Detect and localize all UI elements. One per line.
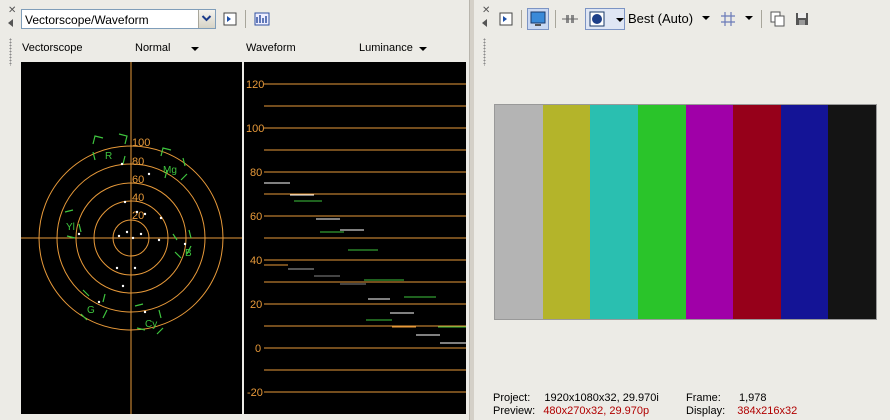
frame-value: 1,978 xyxy=(738,392,767,404)
display-info: Display: 384x216x32 xyxy=(686,405,797,417)
overlays-chevron-icon[interactable] xyxy=(616,18,624,22)
wf-scale-100: 100 xyxy=(246,123,264,135)
vectorscope-mode[interactable]: Normal xyxy=(135,42,170,54)
split-view-icon xyxy=(562,15,578,23)
wf-scale-minus20: -20 xyxy=(247,387,263,399)
waveform-graph: 120 100 80 60 40 20 0 -20 xyxy=(246,79,466,399)
frame-info: Frame: 1,978 xyxy=(686,392,767,404)
overlay-icon xyxy=(589,11,605,27)
waveform-icon xyxy=(254,12,270,26)
chevron-down-icon xyxy=(201,15,212,22)
color-bar-8 xyxy=(828,105,876,319)
waveform-mode-chevron-icon[interactable] xyxy=(419,47,427,51)
project-label: Project: xyxy=(493,392,531,404)
monitor-type-value: Vectorscope/Waveform xyxy=(25,13,149,27)
display-label: Display: xyxy=(686,405,726,417)
video-scopes-pane: ✕ Vectorscope/Waveform Vectorscope Norma… xyxy=(0,0,470,420)
toolbar-separator xyxy=(761,10,762,28)
grid-chevron-icon[interactable] xyxy=(745,16,753,20)
pane-grip[interactable] xyxy=(9,38,12,66)
color-bar-1 xyxy=(495,105,543,319)
toolbar-separator xyxy=(555,10,556,28)
copy-snapshot-button[interactable] xyxy=(767,9,787,29)
ring-label-40: 40 xyxy=(132,192,144,204)
vectorscope-display: 100 80 60 40 20 R Mg B Cy G Yl xyxy=(21,62,242,414)
target-magenta: Mg xyxy=(163,165,177,176)
color-bar-7 xyxy=(780,105,829,319)
project-value: 1920x1080x32, 29.970i xyxy=(544,392,659,404)
toolbar-separator xyxy=(245,10,246,28)
update-scopes-button[interactable] xyxy=(252,9,272,29)
wf-scale-40: 40 xyxy=(250,255,262,267)
ring-label-100: 100 xyxy=(132,137,150,149)
monitor-icon xyxy=(530,11,546,26)
video-preview-settings-button[interactable] xyxy=(220,9,240,29)
grid-overlay-button[interactable] xyxy=(718,9,738,29)
preview-quality-value[interactable]: Best (Auto) xyxy=(628,11,693,26)
close-icon[interactable]: ✕ xyxy=(8,6,16,16)
color-bar-2 xyxy=(542,105,591,319)
vectorscope-title: Vectorscope xyxy=(22,42,83,54)
settings-icon xyxy=(499,12,513,26)
pane-grip[interactable] xyxy=(483,38,486,66)
video-preview-pane: ✕ Best (Auto) Project: 1920x1080x32, 29.… xyxy=(474,0,890,420)
save-snapshot-button[interactable] xyxy=(792,9,812,29)
wf-scale-20: 20 xyxy=(250,299,262,311)
waveform-display: 120 100 80 60 40 20 0 -20 xyxy=(244,62,466,414)
color-bars xyxy=(494,104,877,320)
waveform-title: Waveform xyxy=(246,42,296,54)
target-red: R xyxy=(105,151,112,162)
display-value: 384x216x32 xyxy=(737,405,798,417)
monitor-type-select[interactable]: Vectorscope/Waveform xyxy=(21,9,216,29)
color-bar-4 xyxy=(637,105,686,319)
save-icon xyxy=(796,13,808,25)
vectorscope-mode-chevron-icon[interactable] xyxy=(191,47,199,51)
project-info: Project: 1920x1080x32, 29.970i xyxy=(493,392,659,404)
external-monitor-button[interactable] xyxy=(527,8,549,30)
vectorscope-graph: 100 80 60 40 20 R Mg B Cy G Yl xyxy=(21,62,242,414)
wf-scale-60: 60 xyxy=(250,211,262,223)
split-screen-button[interactable] xyxy=(560,9,580,29)
preview-value: 480x270x32, 29.970p xyxy=(543,405,650,417)
settings-icon xyxy=(223,12,237,26)
frame-label: Frame: xyxy=(686,392,721,404)
preview-quality-chevron-icon[interactable] xyxy=(702,16,710,20)
dropdown-button[interactable] xyxy=(198,10,215,28)
grid-icon xyxy=(721,12,735,26)
dock-arrow-icon[interactable] xyxy=(482,19,487,27)
wf-scale-120: 120 xyxy=(246,79,264,91)
ring-label-60: 60 xyxy=(132,174,144,186)
toolbar-separator xyxy=(521,10,522,28)
dock-arrow-icon[interactable] xyxy=(8,19,13,27)
color-bar-5 xyxy=(685,105,734,319)
wf-scale-80: 80 xyxy=(250,167,262,179)
preview-settings-button[interactable] xyxy=(496,9,516,29)
wf-scale-0: 0 xyxy=(255,343,261,355)
ring-label-80: 80 xyxy=(132,156,144,168)
color-bar-3 xyxy=(590,105,638,319)
overlays-button[interactable] xyxy=(585,8,625,30)
color-bar-6 xyxy=(733,105,781,319)
close-icon[interactable]: ✕ xyxy=(482,6,490,16)
target-blue: B xyxy=(185,248,192,259)
target-cyan: Cy xyxy=(145,319,157,330)
target-green: G xyxy=(87,305,95,316)
preview-info: Preview: 480x270x32, 29.970p xyxy=(493,405,649,417)
waveform-mode[interactable]: Luminance xyxy=(359,42,413,54)
target-yellow: Yl xyxy=(66,222,75,233)
video-preview xyxy=(491,36,890,386)
preview-label: Preview: xyxy=(493,405,536,417)
copy-icon xyxy=(770,11,785,27)
